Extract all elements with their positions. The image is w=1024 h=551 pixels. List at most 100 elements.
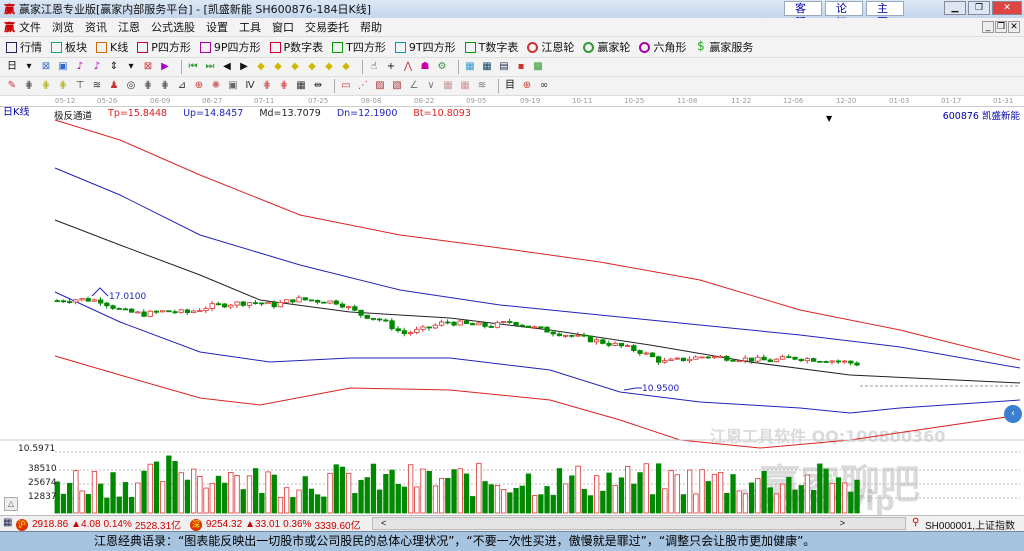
volume-bar [500,489,507,514]
candle [122,308,129,311]
sh-badge-icon: 沪 [16,518,28,531]
candle [804,358,811,362]
candle [556,333,563,337]
volume-bar [407,464,414,514]
volume-bar [110,472,116,514]
volume-bar [166,455,172,514]
volume-bar [569,475,575,514]
candle [494,321,501,328]
sz-index-quote[interactable]: 深 9254.32 ▲33.01 0.36% 3339.60亿 [190,517,361,532]
candle [668,358,674,361]
volume-label-3: 12837 [28,492,57,502]
current-index[interactable]: SH000001,上证指数 [925,517,1015,532]
volume-bar [749,482,755,514]
volume-bar [116,496,122,514]
volume-bar [178,472,184,514]
candle [215,303,222,306]
scroll-right-button[interactable]: ‹ [1004,405,1022,423]
candle [513,321,519,326]
volume-bar [283,487,290,514]
volume-bar [73,470,79,514]
antenna-icon: ⚲ [912,517,920,528]
volume-bar [854,479,860,514]
scroll-left-icon[interactable]: < [381,518,386,528]
candle [296,297,302,303]
expand-panel-button[interactable]: △ [4,497,18,511]
volume-bar [780,483,786,514]
volume-bar [600,490,606,514]
volume-bar [829,482,835,514]
candle [711,356,718,358]
candle [718,356,724,358]
candle [532,326,538,329]
volume-bar [203,487,209,514]
volume-bar [246,475,253,514]
volume-bar [625,465,631,514]
volume-bar [383,474,389,514]
candle [575,334,581,337]
candle [203,308,209,311]
candle [749,357,755,362]
candle [277,301,284,308]
candle [190,310,197,313]
candle [135,311,141,314]
candle [345,306,352,309]
volume-bar [848,491,854,514]
volume-bar [184,479,191,514]
candle [587,335,594,343]
candle [333,300,339,305]
sz-value: 9254.32 [206,519,243,530]
candle [79,298,85,301]
calculator-icon[interactable]: ▦ [3,517,12,528]
candle [538,326,544,329]
candle [314,299,321,303]
volume-bar [513,487,519,514]
volume-bar [494,484,501,514]
candle [612,342,618,346]
volume-bar [631,483,637,514]
candle [364,314,370,319]
volume-bar [755,478,761,514]
candle [407,332,414,335]
volume-bar [767,487,773,514]
tp-band-line [54,119,1021,361]
volume-bar [680,494,687,514]
volume-bar [277,496,284,514]
md-line [54,219,1021,384]
candle [680,357,687,362]
candle [476,322,482,326]
volume-bar [457,468,463,514]
candle [550,331,556,335]
candle [662,360,668,363]
high-marker-label: 17.0100 [109,292,146,302]
candle [786,356,792,359]
candle [283,299,290,303]
candle [172,311,178,314]
candle [488,326,494,328]
scroll-right-icon[interactable]: > [840,518,845,528]
candle [854,362,860,366]
volume-bar [401,486,408,514]
volume-bar [823,468,829,514]
candle [780,356,786,360]
volume-bar [804,474,811,514]
candle [606,343,612,346]
sh-index-quote[interactable]: 沪 2918.86 ▲4.08 0.14% 2528.31亿 [16,517,181,532]
volume-bar [234,474,240,514]
candle [507,321,513,323]
volume-bar [141,470,147,514]
volume-bar [587,495,594,514]
candle [848,360,854,364]
candle [308,299,315,302]
high-marker-line [91,287,109,297]
volume-bar [649,494,656,514]
candle [823,361,829,363]
sh-change: ▲4.08 [71,519,101,530]
candle [500,321,507,323]
candle [792,356,798,360]
volume-bar [835,477,842,514]
volume-bar [333,464,339,514]
candle [73,299,79,303]
volume-label-2: 25674 [28,478,57,488]
horizontal-scrollbar[interactable]: < > [372,517,906,530]
